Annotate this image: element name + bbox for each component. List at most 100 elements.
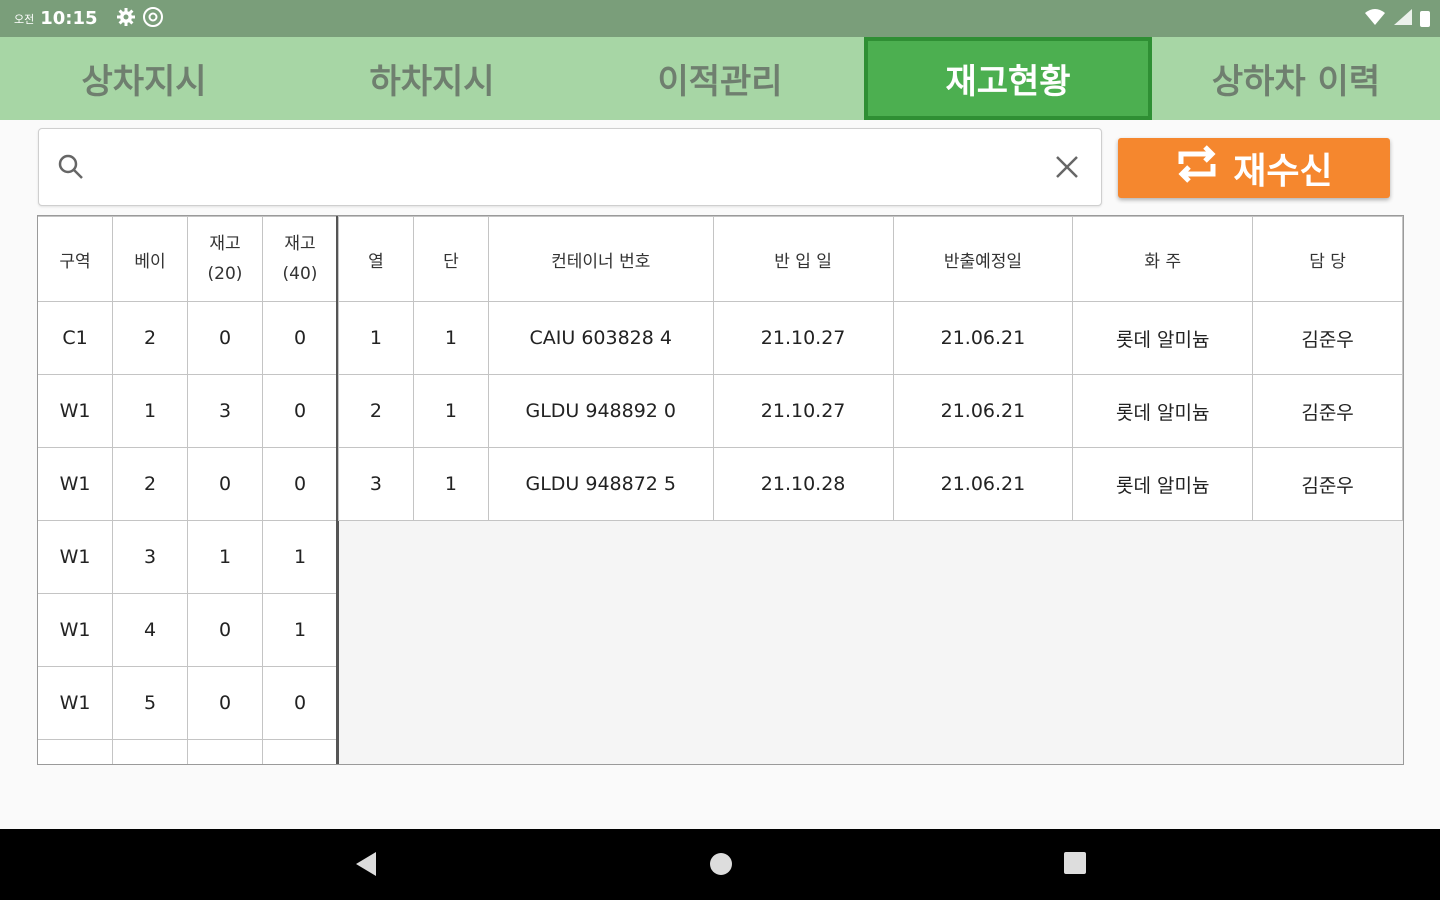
table-header-row: 구역 베이 재고 (20) 재고 (40): [38, 216, 338, 302]
col-header-tier: 단: [412, 216, 489, 302]
cell-manager: 김준우: [1252, 447, 1403, 521]
cell-bay: 1: [112, 374, 188, 448]
table-row-partial: [38, 739, 338, 764]
table-row[interactable]: W1 4 0 1: [38, 593, 338, 667]
cell-zone: C1: [38, 301, 113, 375]
table-row[interactable]: 1 1 CAIU 603828 4 21.10.27 21.06.21 롯데 알…: [338, 301, 1403, 375]
col-header-stock-40: 재고 (40): [262, 216, 338, 302]
cell-bay: 4: [112, 593, 188, 667]
tab-bar: 상차지시 하차지시 이적관리 재고현황 상하차 이력: [0, 37, 1440, 120]
at-sign-icon: [142, 6, 164, 32]
cell-stock-40: 0: [262, 301, 338, 375]
cell-zone: W1: [38, 447, 113, 521]
cell-stock-20: 0: [187, 666, 263, 740]
cell-row: 1: [338, 301, 414, 375]
table-row[interactable]: W1 5 0 0: [38, 666, 338, 740]
col-header-container-number: 컨테이너 번호: [487, 216, 714, 302]
gear-icon: [116, 7, 136, 31]
cell-shipper: 롯데 알미늄: [1072, 374, 1254, 448]
home-icon[interactable]: [708, 851, 734, 881]
cell-shipper: 롯데 알미늄: [1072, 447, 1254, 521]
cell-zone: W1: [38, 520, 113, 594]
search-icon: [57, 153, 85, 185]
cell-stock-40: 1: [262, 520, 338, 594]
cell-manager: 김준우: [1252, 301, 1403, 375]
tab-unloading-order[interactable]: 하차지시: [288, 37, 576, 120]
tab-inventory-status[interactable]: 재고현황: [864, 37, 1152, 120]
col-header-row: 열: [338, 216, 414, 302]
cell-stock-20: 3: [187, 374, 263, 448]
cell-row: 2: [338, 374, 414, 448]
refresh-button-label: 재수신: [1233, 151, 1333, 192]
col-header-gate-in-date: 반 입 일: [712, 216, 894, 302]
cell-tier: 1: [412, 301, 489, 375]
cell-gate-in-date: 21.10.27: [712, 374, 894, 448]
cell-container-number: CAIU 603828 4: [487, 301, 714, 375]
table-row[interactable]: 3 1 GLDU 948872 5 21.10.28 21.06.21 롯데 알…: [338, 447, 1403, 521]
empty-cell: [38, 739, 113, 764]
cell-stock-40: 0: [262, 666, 338, 740]
cell-stock-20: 1: [187, 520, 263, 594]
cell-planned-out-date: 21.06.21: [892, 447, 1074, 521]
recents-icon[interactable]: [1063, 851, 1087, 879]
cell-stock-40: 0: [262, 374, 338, 448]
col-header-stock-20: 재고 (20): [187, 216, 263, 302]
container-detail-table: 열 단 컨테이너 번호 반 입 일 반출예정일 화 주 담 당 1 1 CAIU…: [338, 216, 1403, 521]
cell-manager: 김준우: [1252, 374, 1403, 448]
cell-planned-out-date: 21.06.21: [892, 374, 1074, 448]
cell-zone: W1: [38, 666, 113, 740]
col-header-manager: 담 당: [1252, 216, 1403, 302]
battery-icon: [1420, 10, 1430, 27]
tab-loading-order[interactable]: 상차지시: [0, 37, 288, 120]
status-time: 10:15: [40, 8, 98, 29]
back-icon[interactable]: [354, 851, 378, 881]
cell-zone: W1: [38, 374, 113, 448]
tab-load-unload-history[interactable]: 상하차 이력: [1152, 37, 1440, 120]
system-nav-bar: [0, 829, 1440, 900]
wifi-icon: [1364, 8, 1386, 30]
table-row[interactable]: 2 1 GLDU 948892 0 21.10.27 21.06.21 롯데 알…: [338, 374, 1403, 448]
cell-bay: 3: [112, 520, 188, 594]
cell-container-number: GLDU 948892 0: [487, 374, 714, 448]
bay-summary-table: 구역 베이 재고 (20) 재고 (40) C1 2 0 0 W1 1 3 0 …: [38, 216, 338, 764]
empty-cell: [112, 739, 188, 764]
table-row[interactable]: W1 2 0 0: [38, 447, 338, 521]
table-header-row: 열 단 컨테이너 번호 반 입 일 반출예정일 화 주 담 당: [338, 216, 1403, 302]
cell-stock-40: 1: [262, 593, 338, 667]
col-header-planned-out-date: 반출예정일: [892, 216, 1074, 302]
cell-gate-in-date: 21.10.28: [712, 447, 894, 521]
cell-shipper: 롯데 알미늄: [1072, 301, 1254, 375]
tab-transfer-management[interactable]: 이적관리: [576, 37, 864, 120]
col-header-bay: 베이: [112, 216, 188, 302]
cell-planned-out-date: 21.06.21: [892, 301, 1074, 375]
cell-stock-40: 0: [262, 447, 338, 521]
cell-stock-20: 0: [187, 447, 263, 521]
refresh-button[interactable]: 재수신: [1118, 138, 1390, 198]
search-bar: [38, 128, 1102, 206]
inventory-panel: 구역 베이 재고 (20) 재고 (40) C1 2 0 0 W1 1 3 0 …: [37, 215, 1404, 765]
cell-signal-icon: [1392, 8, 1414, 30]
col-header-zone: 구역: [38, 216, 113, 302]
cell-stock-20: 0: [187, 301, 263, 375]
cell-bay: 2: [112, 301, 188, 375]
cell-bay: 2: [112, 447, 188, 521]
cell-container-number: GLDU 948872 5: [487, 447, 714, 521]
cell-row: 3: [338, 447, 414, 521]
repeat-icon: [1175, 142, 1219, 195]
cell-tier: 1: [412, 447, 489, 521]
cell-bay: 5: [112, 666, 188, 740]
search-input[interactable]: [109, 147, 1013, 189]
table-row[interactable]: W1 1 3 0: [38, 374, 338, 448]
cell-zone: W1: [38, 593, 113, 667]
table-row[interactable]: C1 2 0 0: [38, 301, 338, 375]
cell-stock-20: 0: [187, 593, 263, 667]
cell-tier: 1: [412, 374, 489, 448]
status-ampm: 오전: [14, 12, 35, 26]
table-row[interactable]: W1 3 1 1: [38, 520, 338, 594]
empty-cell: [187, 739, 263, 764]
status-bar: 오전 10:15: [0, 0, 1440, 37]
close-icon[interactable]: [1055, 155, 1079, 183]
cell-gate-in-date: 21.10.27: [712, 301, 894, 375]
empty-cell: [262, 739, 338, 764]
col-header-shipper: 화 주: [1072, 216, 1254, 302]
